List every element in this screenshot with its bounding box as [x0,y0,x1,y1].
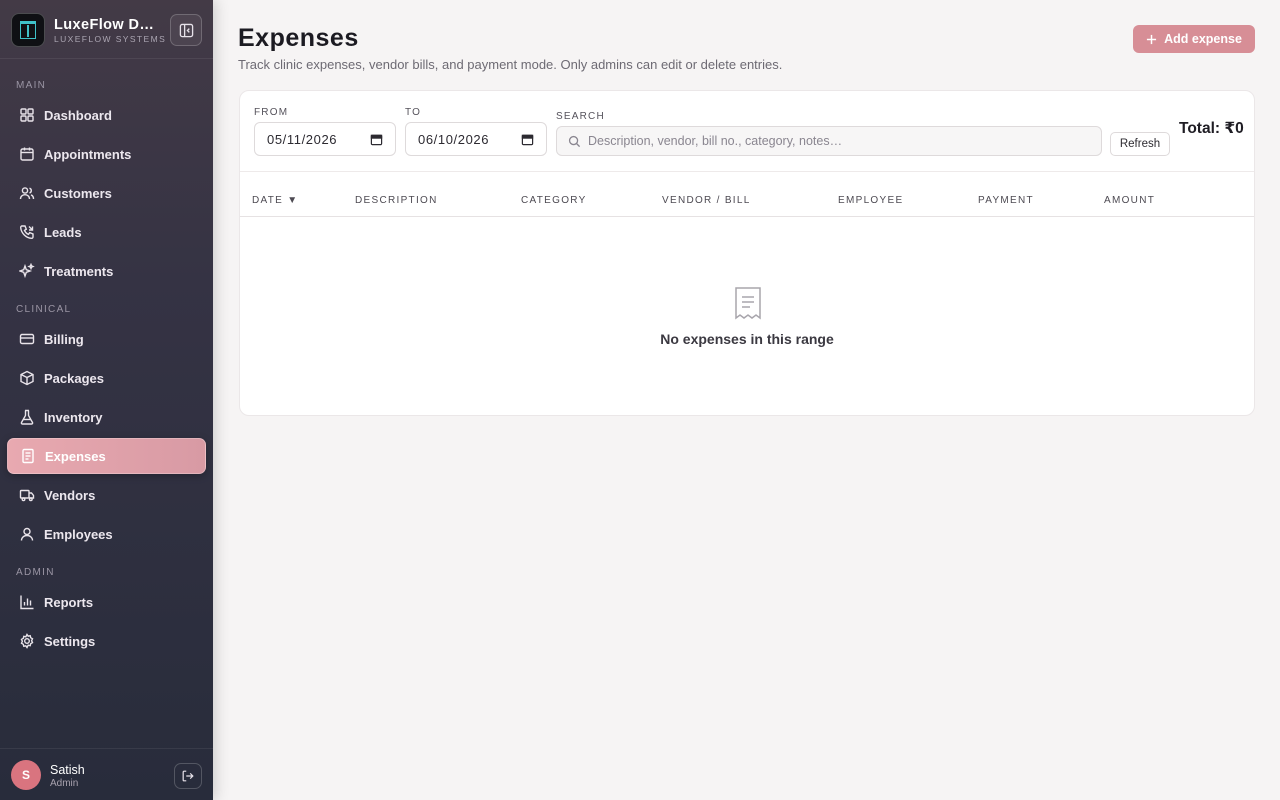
sidebar-item-label: Settings [44,633,96,649]
chart-icon [18,594,35,611]
truck-icon [18,487,35,504]
sidebar-item-label: Dashboard [44,107,112,123]
to-date-input[interactable]: 06/10/2026 [405,122,547,156]
sidebar-item-dashboard[interactable]: Dashboard [7,97,206,133]
sidebar-item-billing[interactable]: Billing [7,321,206,357]
sparkle-icon [18,263,35,280]
column-amount: AMOUNT [1104,195,1156,206]
from-date-input[interactable]: 05/11/2026 [254,122,396,156]
sidebar-item-vendors[interactable]: Vendors [7,477,206,513]
sidebar-item-label: Leads [44,224,82,240]
avatar[interactable]: S [11,760,41,790]
flask-icon [18,409,35,426]
users-icon [18,185,35,202]
brand-name: LuxeFlow Demo [54,17,160,33]
receipt-icon [735,287,761,320]
filter-bar: FROM 05/11/2026 TO 06/10/2026 SEARCH Des… [240,91,1254,172]
collapse-sidebar-button[interactable] [170,14,202,46]
to-label: TO [405,107,422,118]
package-icon [18,370,35,387]
sidebar-item-customers[interactable]: Customers [7,175,206,211]
expenses-card: FROM 05/11/2026 TO 06/10/2026 SEARCH Des… [239,90,1255,416]
sidebar-toggle-icon [179,23,193,37]
gear-icon [18,633,35,650]
section-label-clinical: CLINICAL [16,304,72,315]
phone-icon [18,224,35,241]
dashboard-icon [18,107,35,124]
receipt-icon [19,448,36,465]
sidebar-item-label: Inventory [44,409,103,425]
search-placeholder: Description, vendor, bill no., category,… [588,134,843,148]
search-input[interactable]: Description, vendor, bill no., category,… [556,126,1102,156]
sidebar-item-reports[interactable]: Reports [7,584,206,620]
sidebar-item-expenses[interactable]: Expenses [7,438,206,474]
calendar-icon[interactable] [370,133,383,146]
sidebar-item-label: Customers [44,185,112,201]
section-label-admin: ADMIN [16,567,55,578]
sidebar-item-label: Appointments [44,146,132,162]
sidebar-item-label: Reports [44,594,94,610]
logout-icon [182,770,194,782]
page-subtitle: Track clinic expenses, vendor bills, and… [238,57,783,72]
sidebar-item-label: Treatments [44,263,114,279]
calendar-icon [18,146,35,163]
brand-logo [11,13,45,47]
card-icon [18,331,35,348]
column-description: DESCRIPTION [355,195,438,206]
sidebar-item-label: Billing [44,331,84,347]
user-icon [18,526,35,543]
sidebar-item-label: Employees [44,526,113,542]
to-date-value: 06/10/2026 [418,131,490,147]
add-expense-label: Add expense [1164,32,1242,46]
add-expense-button[interactable]: Add expense [1133,25,1255,53]
from-date-value: 05/11/2026 [267,131,338,147]
search-label: SEARCH [556,111,605,122]
plus-icon [1147,34,1157,44]
column-vendor-bill: VENDOR / BILL [662,195,751,206]
sidebar-item-treatments[interactable]: Treatments [7,253,206,289]
sidebar-item-employees[interactable]: Employees [7,516,206,552]
brand-subtitle: LUXEFLOW SYSTEMS [54,34,167,44]
column-date[interactable]: DATE ▼ [252,195,298,206]
sidebar-item-label: Packages [44,370,104,386]
total-amount: Total: ₹0 [1179,120,1244,137]
calendar-icon[interactable] [521,133,534,146]
section-label-main: MAIN [16,80,47,91]
sidebar-item-appointments[interactable]: Appointments [7,136,206,172]
from-label: FROM [254,107,289,118]
user-profile: S Satish Admin [0,748,213,800]
brand-header: LuxeFlow Demo LUXEFLOW SYSTEMS [0,0,213,59]
sidebar: LuxeFlow Demo LUXEFLOW SYSTEMS MAIN Dash… [0,0,213,800]
search-icon [568,135,581,147]
sidebar-item-settings[interactable]: Settings [7,623,206,659]
sidebar-item-label: Expenses [45,448,106,464]
logout-button[interactable] [174,763,202,789]
page-title: Expenses [238,24,359,52]
column-employee: EMPLOYEE [838,195,904,206]
refresh-button[interactable]: Refresh [1110,132,1170,156]
sidebar-item-label: Vendors [44,487,96,503]
user-role: Admin [50,778,79,789]
column-category: CATEGORY [521,195,587,206]
user-name: Satish [50,763,85,777]
empty-state-message: No expenses in this range [660,331,834,347]
sidebar-item-leads[interactable]: Leads [7,214,206,250]
column-payment: PAYMENT [978,195,1034,206]
sidebar-item-inventory[interactable]: Inventory [7,399,206,435]
table-header: DATE ▼ DESCRIPTION CATEGORY VENDOR / BIL… [240,172,1254,217]
sidebar-item-packages[interactable]: Packages [7,360,206,396]
